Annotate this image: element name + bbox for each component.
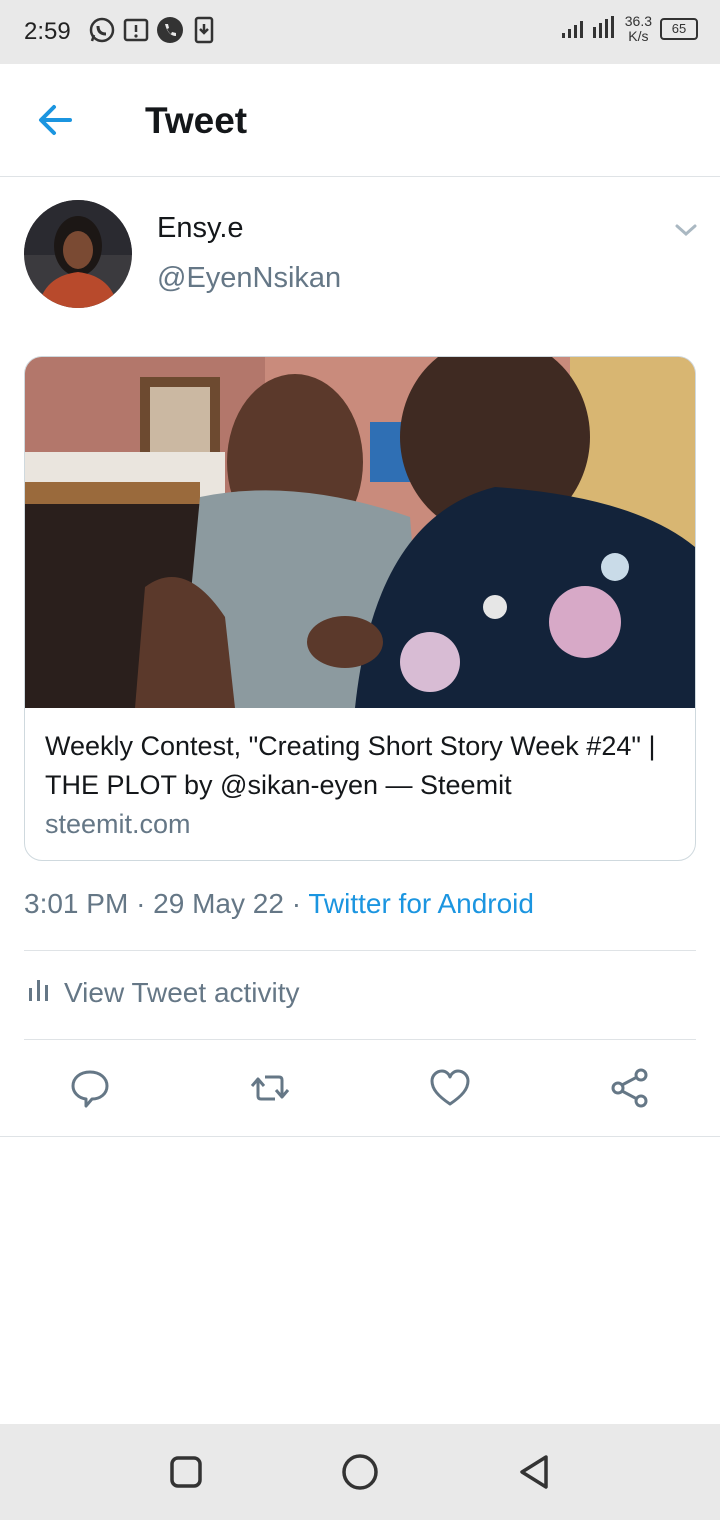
link-card[interactable]: Weekly Contest, "Creating Short Story We… <box>24 356 696 861</box>
chevron-down-icon[interactable] <box>672 220 700 240</box>
view-tweet-activity-button[interactable]: View Tweet activity <box>28 976 300 1009</box>
tweet-meta: 3:01 PM · 29 May 22 · Twitter for Androi… <box>24 888 534 920</box>
status-bar: 2:59 36.3 K/s 65 <box>0 0 720 64</box>
retweet-icon[interactable] <box>248 1066 292 1110</box>
alert-message-icon <box>122 16 150 44</box>
author-name[interactable]: Ensy.e <box>157 212 244 245</box>
whatsapp-icon <box>88 16 116 44</box>
card-image <box>25 357 695 708</box>
tweet-date: 29 May 22 <box>153 888 284 919</box>
signal-icon <box>561 15 617 44</box>
phone-icon <box>156 16 184 44</box>
status-time: 2:59 <box>24 18 71 45</box>
share-icon[interactable] <box>608 1066 652 1110</box>
activity-label: View Tweet activity <box>64 976 300 1008</box>
page-title: Tweet <box>145 100 248 141</box>
download-icon <box>190 16 218 44</box>
back-triangle-icon[interactable] <box>512 1450 556 1494</box>
tweet-source-link[interactable]: Twitter for Android <box>308 888 534 919</box>
like-icon[interactable] <box>428 1066 472 1110</box>
status-right: 36.3 K/s 65 <box>561 14 698 44</box>
tweet-actions <box>0 1040 720 1137</box>
card-title: Weekly Contest, "Creating Short Story We… <box>45 731 656 800</box>
recent-apps-icon[interactable] <box>164 1450 208 1494</box>
app-bar: Tweet <box>0 64 720 177</box>
meta-separator: · <box>291 888 302 919</box>
avatar[interactable] <box>24 200 132 308</box>
battery-icon: 65 <box>660 18 698 40</box>
bar-chart-icon <box>28 976 50 1009</box>
card-domain: steemit.com <box>45 809 191 839</box>
back-arrow-icon[interactable] <box>34 100 78 140</box>
divider <box>24 950 696 951</box>
navigation-bar <box>0 1424 720 1520</box>
notification-icons <box>88 16 218 44</box>
home-icon[interactable] <box>338 1450 382 1494</box>
meta-separator: · <box>136 888 146 919</box>
author-handle[interactable]: @EyenNsikan <box>157 262 341 295</box>
tweet-time: 3:01 PM <box>24 888 129 919</box>
network-speed: 36.3 K/s <box>624 13 652 44</box>
reply-icon[interactable] <box>68 1066 112 1110</box>
